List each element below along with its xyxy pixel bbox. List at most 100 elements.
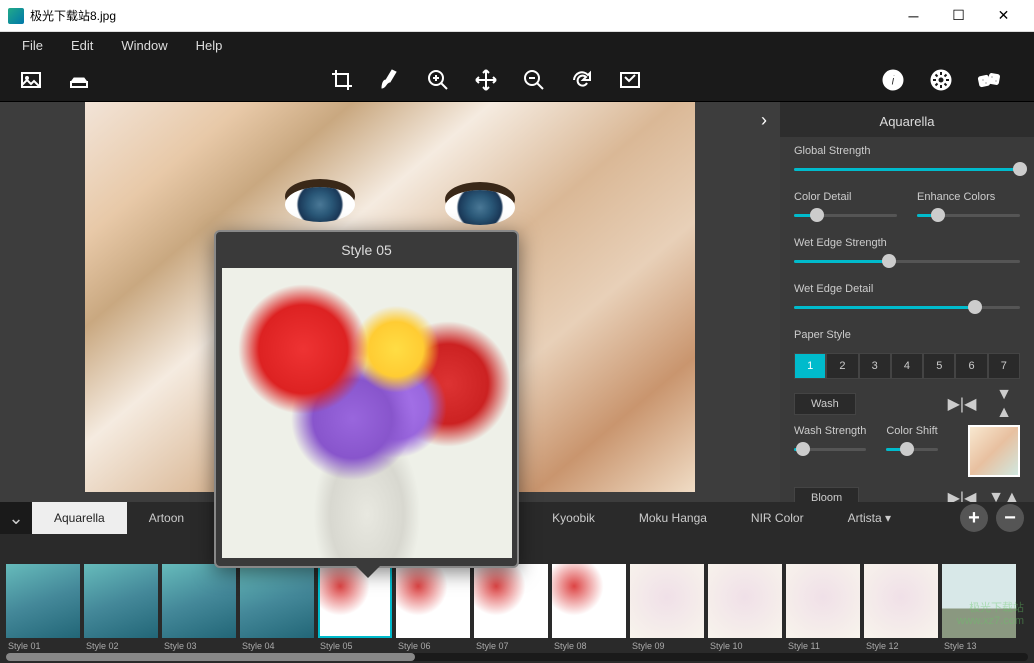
paper-style-6[interactable]: 6 (955, 353, 987, 379)
thumb-image (786, 564, 860, 638)
tab-aquarella[interactable]: Aquarella (32, 502, 127, 534)
bloom-button[interactable]: Bloom (794, 487, 859, 502)
style-thumb-6[interactable]: Style 06 (396, 564, 470, 651)
thumb-label: Style 08 (552, 638, 626, 651)
paper-style-1[interactable]: 1 (794, 353, 826, 379)
parameters-panel: Aquarella Global Strength Color Detail E… (780, 102, 1034, 502)
paper-style-3[interactable]: 3 (859, 353, 891, 379)
param-label: Color Shift (886, 425, 937, 437)
tab-moku-hanga[interactable]: Moku Hanga (617, 502, 729, 534)
style-thumb-11[interactable]: Style 11 (786, 564, 860, 651)
param-label: Wet Edge Detail (794, 283, 1020, 295)
wet-edge-detail-slider[interactable] (794, 299, 1020, 317)
thumb-image (318, 564, 392, 638)
thumb-label: Style 12 (864, 638, 938, 651)
param-label: Global Strength (794, 145, 1020, 157)
style-thumb-1[interactable]: Style 01 (6, 564, 80, 651)
thumb-image (162, 564, 236, 638)
menu-window[interactable]: Window (107, 34, 181, 57)
menu-edit[interactable]: Edit (57, 34, 107, 57)
zoom-out-button[interactable] (517, 63, 551, 97)
thumb-image (552, 564, 626, 638)
randomize-button[interactable] (972, 63, 1006, 97)
thumb-image (630, 564, 704, 638)
settings-button[interactable] (924, 63, 958, 97)
remove-preset-button[interactable]: − (996, 504, 1024, 532)
param-color-shift: Color Shift (886, 425, 937, 459)
paper-style-5[interactable]: 5 (923, 353, 955, 379)
tab-artista[interactable]: Artista ▾ (826, 502, 913, 534)
fit-screen-button[interactable] (613, 63, 647, 97)
minimize-button[interactable]: ─ (891, 0, 936, 32)
wash-row: Wash ▶|◀ ▼▲ (780, 387, 1034, 421)
style-thumb-9[interactable]: Style 09 (630, 564, 704, 651)
style-thumb-12[interactable]: Style 12 (864, 564, 938, 651)
style-thumb-8[interactable]: Style 08 (552, 564, 626, 651)
titlebar: 极光下载站8.jpg ─ ☐ ✕ (0, 0, 1034, 32)
crop-button[interactable] (325, 63, 359, 97)
style-thumb-7[interactable]: Style 07 (474, 564, 548, 651)
thumb-image (396, 564, 470, 638)
flip-horizontal-icon[interactable]: ▶|◀ (946, 487, 978, 502)
menu-file[interactable]: File (8, 34, 57, 57)
global-strength-slider[interactable] (794, 161, 1020, 179)
flip-horizontal-icon[interactable]: ▶|◀ (946, 393, 978, 415)
thumb-image (864, 564, 938, 638)
color-detail-slider[interactable] (794, 207, 897, 225)
wash-button[interactable]: Wash (794, 393, 856, 415)
wash-color-swatch[interactable] (968, 425, 1020, 477)
paper-style-4[interactable]: 4 (891, 353, 923, 379)
style-thumb-4[interactable]: Style 04 (240, 564, 314, 651)
thumb-image (708, 564, 782, 638)
paper-style-2[interactable]: 2 (826, 353, 858, 379)
thumb-image (84, 564, 158, 638)
save-button[interactable] (62, 63, 96, 97)
menubar: File Edit Window Help (0, 32, 1034, 58)
param-enhance-colors: Enhance Colors (917, 183, 1020, 229)
tabs-chevron-icon[interactable]: ⌄ (0, 502, 32, 534)
thumb-label: Style 04 (240, 638, 314, 651)
enhance-colors-slider[interactable] (917, 207, 1020, 225)
style-thumb-13[interactable]: Style 13 (942, 564, 1016, 651)
flip-vertical-icon[interactable]: ▼▲ (988, 393, 1020, 415)
thumb-label: Style 09 (630, 638, 704, 651)
toolbar: i (0, 58, 1034, 102)
wash-strength-slider[interactable] (794, 441, 866, 459)
style-thumb-2[interactable]: Style 02 (84, 564, 158, 651)
param-wash-strength: Wash Strength (794, 425, 866, 459)
brush-button[interactable] (373, 63, 407, 97)
thumb-label: Style 06 (396, 638, 470, 651)
collapse-sidebar-icon[interactable]: › (754, 110, 774, 130)
wet-edge-strength-slider[interactable] (794, 253, 1020, 271)
tab-kyoobik[interactable]: Kyoobik (530, 502, 617, 534)
param-label: Color Detail (794, 191, 897, 203)
bloom-row: Bloom ▶|◀ ▼▲ (780, 481, 1034, 502)
paper-style-buttons: 1 2 3 4 5 6 7 (780, 349, 1034, 387)
open-image-button[interactable] (14, 63, 48, 97)
add-preset-button[interactable]: + (960, 504, 988, 532)
param-paper-style: Paper Style (780, 321, 1034, 349)
tab-nir-color[interactable]: NIR Color (729, 502, 826, 534)
close-button[interactable]: ✕ (981, 0, 1026, 32)
pan-button[interactable] (469, 63, 503, 97)
thumb-label: Style 02 (84, 638, 158, 651)
paper-style-7[interactable]: 7 (988, 353, 1020, 379)
info-button[interactable]: i (876, 63, 910, 97)
flip-vertical-icon[interactable]: ▼▲ (988, 487, 1020, 502)
wash-grid: Wash Strength Color Shift (780, 421, 1034, 481)
color-shift-slider[interactable] (886, 441, 937, 459)
style-thumb-5[interactable]: Style 05 (318, 564, 392, 651)
thumbnail-scrollbar[interactable] (0, 653, 1034, 663)
tab-artoon[interactable]: Artoon (127, 502, 206, 534)
style-thumbnails[interactable]: Style 01 Style 02 Style 03 Style 04 Style 05… (0, 560, 1034, 653)
param-label: Enhance Colors (917, 191, 1020, 203)
param-label: Wash Strength (794, 425, 866, 437)
redo-button[interactable] (565, 63, 599, 97)
window-title: 极光下载站8.jpg (30, 7, 891, 24)
menu-help[interactable]: Help (182, 34, 237, 57)
style-thumb-3[interactable]: Style 03 (162, 564, 236, 651)
maximize-button[interactable]: ☐ (936, 0, 981, 32)
zoom-in-button[interactable] (421, 63, 455, 97)
style-thumb-10[interactable]: Style 10 (708, 564, 782, 651)
thumb-label: Style 10 (708, 638, 782, 651)
